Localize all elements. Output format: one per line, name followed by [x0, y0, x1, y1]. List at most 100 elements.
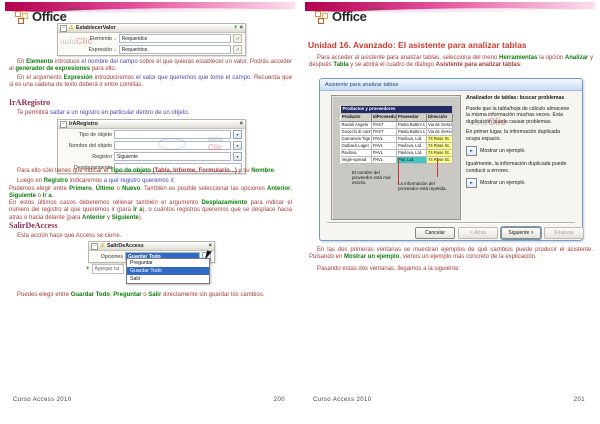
warning-icon: ⚠ — [100, 244, 105, 249]
paragraph: Te permitirá saltar a un registro en par… — [17, 110, 292, 117]
dialog-ir-a-registro: − IrARegistro × Tipo de objeto ▼ Nombre … — [57, 119, 246, 174]
office-logo-icon — [315, 11, 330, 26]
paragraph: Pasando estas dos ventanas, llegamos a l… — [309, 266, 593, 273]
panel-paragraph: Igualmente, la información duplicada pue… — [466, 161, 574, 174]
add-new-action-label: Agregar nu — [92, 264, 124, 274]
dialog-ir-header: − IrARegistro × — [58, 120, 245, 129]
field-label: Tipo de objeto — [60, 132, 112, 138]
expresion-input[interactable]: Requeridos — [119, 45, 231, 54]
cell: Outback Lager — [341, 143, 372, 150]
footer-course-label: Curso Access 2010 — [313, 397, 372, 403]
elemento-input[interactable]: Requeridos — [119, 34, 231, 43]
footer-course-label: Curso Access 2010 — [13, 397, 72, 403]
close-icon[interactable]: × — [239, 26, 243, 31]
dialog-establecer-title: EstablecerValor — [76, 25, 116, 31]
dropdown-item-salir[interactable]: Salir — [127, 275, 209, 283]
annotation-repeated: La información del proveedor está repeti… — [398, 181, 448, 191]
dropdown-item-guardar-todo[interactable]: Guardar Todo — [127, 267, 209, 275]
cell: PAVL — [372, 150, 397, 157]
paragraph: Puedes elegir entre Guardar Todo, Pregun… — [9, 292, 292, 299]
page-right: Microsoft Office Unidad 16. Avanzado: El… — [300, 0, 600, 424]
paragraph: Esta acción hace que Access se cierre. — [17, 233, 292, 240]
office-logo: Microsoft Office — [315, 7, 405, 31]
field-row-tipo-objeto: Tipo de objeto ▼ — [58, 129, 245, 140]
cell: Pasta Buttini s — [397, 129, 427, 136]
collapse-icon[interactable]: − — [60, 121, 67, 128]
show-example-button[interactable]: ▸ — [466, 178, 477, 188]
collapse-icon[interactable]: − — [91, 243, 98, 250]
dialog-salir-header: − ⚠ SalirDeAccess × — [89, 242, 214, 251]
office-logo-icon — [15, 11, 30, 26]
cell-highlight-yellow: 74 Rose St. — [427, 157, 453, 164]
field-row-registro: Registro Siguiente ▼ — [58, 151, 245, 162]
wizard-titlebar[interactable]: Asistente para analizar tablas — [320, 79, 582, 91]
equals-sign: = — [114, 36, 117, 41]
field-label: Expresión — [60, 47, 112, 53]
section-heading-salir-de-access: SalirDeAccess — [9, 221, 57, 230]
show-example-row: ▸ Mostrar un ejemplo. — [466, 178, 574, 188]
field-row-nombre-objeto: Nombre del objeto ▼ — [58, 140, 245, 151]
paragraph: En Elemento introduce el nombre del camp… — [9, 59, 292, 74]
office-brand-label: Office — [332, 9, 366, 24]
cell: Pavlova, Ltd. — [397, 136, 427, 143]
table-row: Vegie-spread PAVL Pav, Ltd. 74 Rose St. — [341, 157, 453, 164]
explanation-panel: Analizador de tablas: buscar problemas P… — [466, 95, 574, 219]
office-brand-label: Office — [32, 9, 66, 24]
column-header: Producto — [341, 114, 372, 122]
expression-builder-icon[interactable]: ↗ — [233, 45, 242, 54]
paragraph: En las dos primeras ventanas se muestran… — [309, 247, 593, 262]
watermark-oval — [158, 138, 186, 150]
show-example-label: Mostrar un ejemplo. — [480, 180, 526, 187]
paragraph: Para ello sólo tienes que indicar el Tip… — [9, 168, 292, 175]
cell: Vegie-spread — [341, 157, 372, 164]
field-row-elemento: Elemento = Requeridos ↗ — [58, 33, 245, 44]
cell: Via de Gessi — [427, 122, 453, 129]
close-icon[interactable]: × — [239, 122, 243, 127]
unit-title: Unidad 16. Avanzado: El asistente para a… — [308, 40, 594, 50]
cell: Carnarvon Tige — [341, 136, 372, 143]
table-row: Ravioli Angelo PAST Pasta Buttini s Via … — [341, 122, 453, 129]
registro-select[interactable]: Siguiente — [114, 152, 231, 161]
microsoft-label: Microsoft — [368, 7, 382, 11]
warning-icon: ⚠ — [69, 26, 74, 31]
paragraph: Luego en Registro indicaremos a qué regi… — [9, 178, 292, 185]
expression-builder-icon[interactable]: ↗ — [233, 34, 242, 43]
dropdown-icon[interactable]: ▼ — [233, 141, 242, 150]
finish-button: Finalizar — [544, 227, 584, 239]
paragraph: Podemos elegir entre Primero, Último o N… — [9, 186, 292, 201]
field-label: Opciones — [91, 254, 123, 260]
dropdown-icon[interactable]: ▼ — [233, 130, 242, 139]
show-example-label: Mostrar un ejemplo. — [480, 148, 526, 155]
section-heading-ir-a-registro: IrARegistro — [9, 98, 50, 107]
dropdown-item-preguntar[interactable]: Preguntar — [127, 259, 209, 267]
cell: Pavlova, Ltd. — [397, 150, 427, 157]
footer-page-number: 201 — [574, 397, 585, 403]
document-spread: Microsoft Office − ⚠ EstablecerValor + ×… — [0, 0, 600, 424]
show-example-button[interactable]: ▸ — [466, 146, 477, 156]
cell: Via de Gessi — [427, 129, 453, 136]
next-button[interactable]: Siguiente > — [501, 227, 541, 239]
wizard-buttons: Cancelar < Atrás Siguiente > Finalizar — [415, 227, 584, 239]
dialog-asistente-analizar-tablas: Asistente para analizar tablas Productos… — [319, 78, 583, 241]
paragraph: En estos últimos casos deberemos rellena… — [9, 200, 292, 222]
table-row: Gnocchi di nonn PAST Pasta Buttini s Via… — [341, 129, 453, 136]
opciones-dropdown-list: Preguntar Guardar Todo Salir — [126, 258, 210, 284]
dialog-salir-title: SalirDeAccess — [107, 243, 144, 249]
table-row: Carnarvon Tige PAVL Pavlova, Ltd. 74 Ros… — [341, 136, 453, 143]
panel-heading: Analizador de tablas: buscar problemas — [466, 95, 574, 102]
add-icon[interactable]: + — [234, 26, 238, 31]
cell: PAST — [372, 122, 397, 129]
page-left: Microsoft Office − ⚠ EstablecerValor + ×… — [0, 0, 300, 424]
close-icon[interactable]: × — [208, 244, 212, 249]
callout-line — [437, 158, 438, 177]
dropdown-icon[interactable]: ▼ — [233, 152, 242, 161]
add-new-action-row[interactable]: + Agregar nu — [86, 264, 124, 274]
add-icon: + — [86, 267, 90, 272]
collapse-icon[interactable]: − — [60, 25, 67, 32]
cell: PAVL — [372, 157, 397, 164]
table-caption: Productos y proveedores — [341, 106, 453, 114]
cancel-button[interactable]: Cancelar — [415, 227, 455, 239]
cell-highlight-yellow: 74 Rose St. — [427, 143, 453, 150]
cell: PAVL — [372, 136, 397, 143]
example-panel: Productos y proveedores Producto IdProve… — [331, 95, 461, 220]
